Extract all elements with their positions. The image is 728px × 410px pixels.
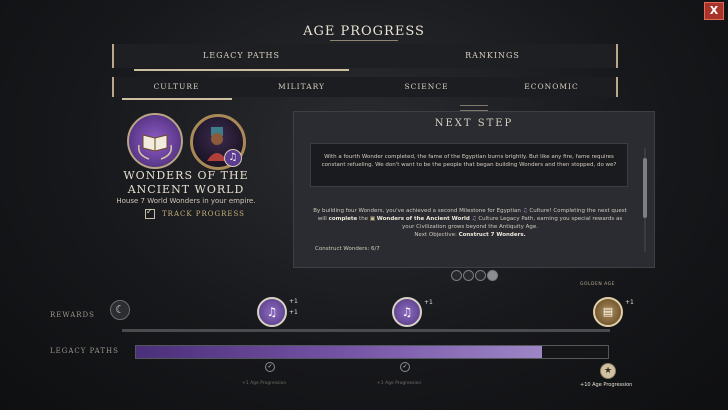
page-dot-4[interactable] bbox=[487, 270, 498, 281]
milestone-1-bonus-b: +1 bbox=[289, 309, 298, 316]
golden-age-reward[interactable]: ▤ bbox=[593, 297, 623, 327]
title-ornament bbox=[330, 40, 398, 41]
culture-icon: ♫ bbox=[522, 208, 528, 214]
start-moon-icon: ☾ bbox=[110, 300, 130, 320]
milestone-1-reward[interactable]: ♫ bbox=[257, 297, 287, 327]
milestone-2-check-icon: ✓ bbox=[400, 362, 410, 372]
page-dot-1[interactable] bbox=[451, 270, 462, 281]
page-title: AGE PROGRESS bbox=[303, 24, 425, 39]
culture-icon-2: ♫ bbox=[471, 216, 477, 222]
milestone-2-reward[interactable]: ♫ bbox=[392, 297, 422, 327]
golden-age-age-progression: +10 Age Progression bbox=[580, 382, 633, 388]
legacy-progress-fill bbox=[136, 346, 542, 358]
page-dot-3[interactable] bbox=[475, 270, 486, 281]
tab-military[interactable]: MILITARY bbox=[239, 77, 364, 97]
tab-science[interactable]: SCIENCE bbox=[364, 77, 489, 97]
wonder-icon: ▣ bbox=[369, 216, 376, 222]
legacy-path-title: WONDERS OF THE ANCIENT WORLD bbox=[123, 169, 249, 196]
milestone-1-age-progression: +1 Age Progression bbox=[242, 381, 287, 386]
wonders-progress-text: Construct Wonders: 6/7 bbox=[315, 246, 380, 252]
legacy-path-description: House 7 World Wonders in your empire. bbox=[116, 197, 256, 205]
next-step-body: By building four Wonders, you've achieve… bbox=[313, 208, 627, 238]
final-milestone-star-icon: ★ bbox=[600, 363, 616, 379]
milestone-1-check-icon: ✓ bbox=[265, 362, 275, 372]
legacy-progress-bar bbox=[135, 345, 609, 359]
panel-scroll-thumb[interactable] bbox=[643, 158, 647, 218]
track-progress-toggle[interactable]: TRACK PROGRESS bbox=[145, 207, 245, 220]
track-progress-checkbox[interactable] bbox=[145, 207, 155, 219]
page-dot-2[interactable] bbox=[463, 270, 474, 281]
tab-economic[interactable]: ECONOMIC bbox=[489, 77, 614, 97]
top-tab-bar: LEGACY PATHS RANKINGS bbox=[112, 44, 618, 71]
milestone-2-bonus: +1 bbox=[424, 299, 433, 306]
track-progress-label: TRACK PROGRESS bbox=[162, 210, 245, 218]
next-step-panel: NEXT STEP With a fourth Wonder completed… bbox=[293, 111, 655, 268]
selected-tab-underline bbox=[134, 69, 349, 71]
tab-legacy-paths[interactable]: LEGACY PATHS bbox=[114, 44, 369, 68]
next-step-quote: With a fourth Wonder completed, the fame… bbox=[310, 143, 628, 187]
book-laurel-icon bbox=[127, 113, 183, 169]
rewards-row-label: REWARDS bbox=[50, 311, 95, 319]
close-button[interactable]: X bbox=[704, 2, 724, 20]
milestone-2-age-progression: +1 Age Progression bbox=[377, 381, 422, 386]
rewards-track bbox=[122, 329, 610, 332]
golden-age-bonus: +1 bbox=[625, 299, 634, 306]
tab-culture[interactable]: CULTURE bbox=[114, 77, 239, 97]
music-note-icon: ♫ bbox=[224, 149, 242, 167]
next-step-heading: NEXT STEP bbox=[434, 118, 514, 129]
selected-subtab-underline bbox=[122, 98, 232, 100]
legacy-paths-row-label: LEGACY PATHS bbox=[50, 347, 119, 355]
sub-tab-bar: CULTURE MILITARY SCIENCE ECONOMIC bbox=[112, 77, 618, 100]
tab-rankings[interactable]: RANKINGS bbox=[369, 44, 616, 68]
milestone-1-bonus-a: +1 bbox=[289, 298, 298, 305]
golden-age-label: GOLDEN AGE bbox=[580, 282, 615, 287]
